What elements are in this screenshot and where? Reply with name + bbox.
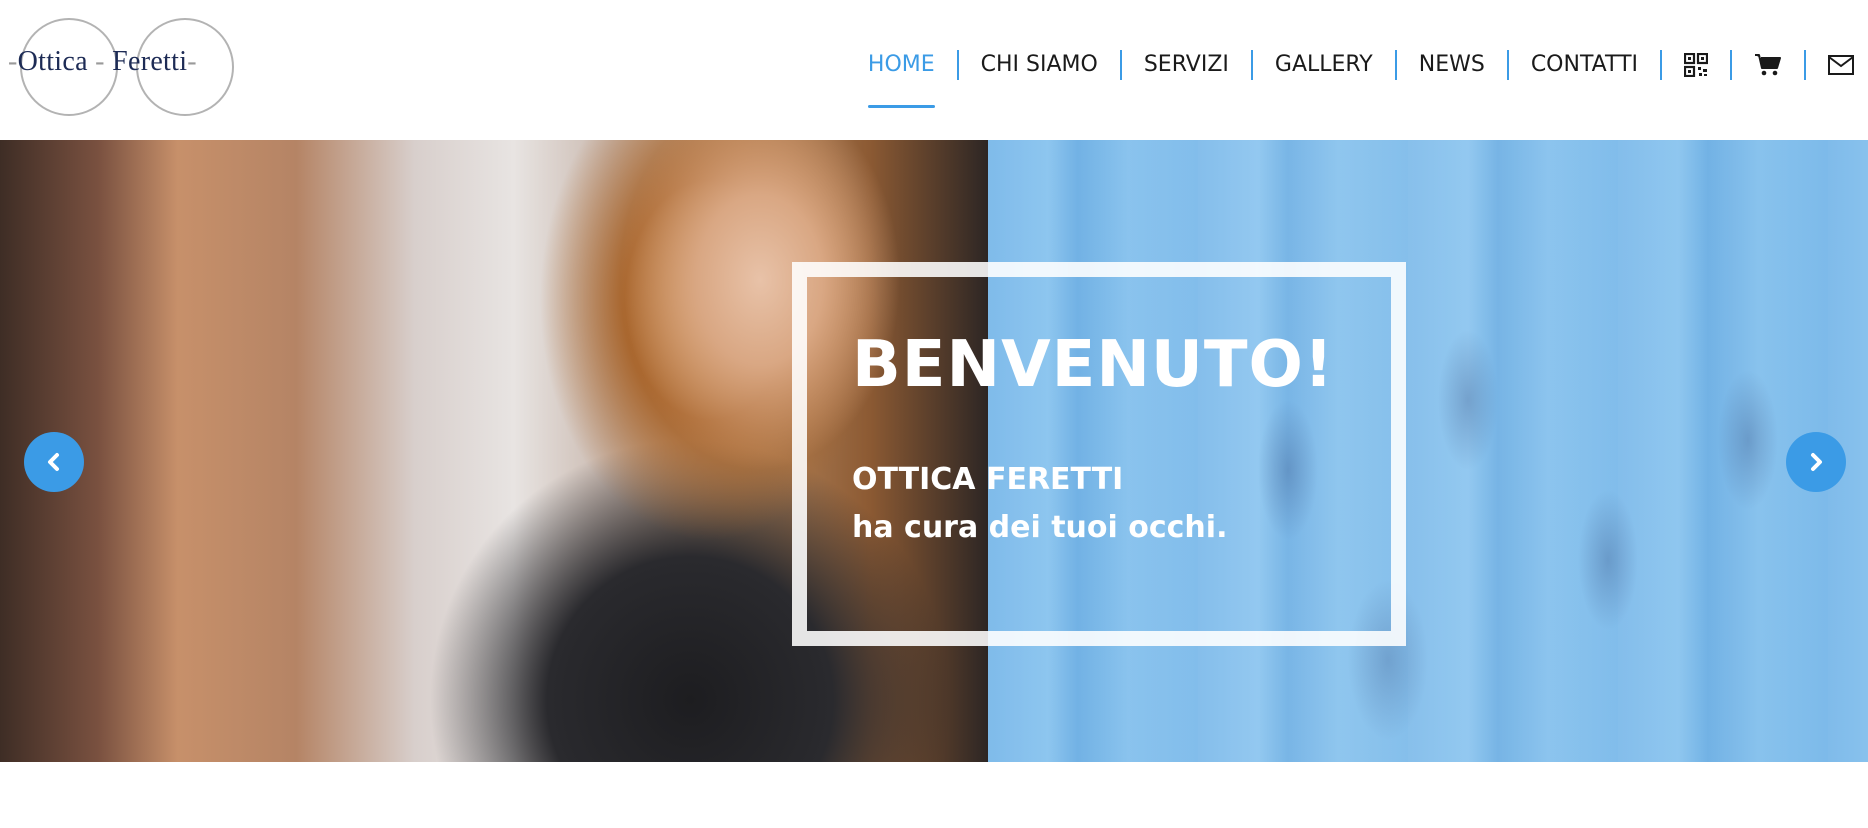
chevron-right-icon [1811, 453, 1822, 471]
nav-item-servizi[interactable]: SERVIZI [1122, 40, 1251, 90]
nav-item-chi-siamo[interactable]: CHI SIAMO [959, 40, 1120, 90]
hero-subtitle-line2: ha cura dei tuoi occhi. [852, 510, 1228, 545]
logo-word-feretti: Feretti [112, 46, 188, 77]
nav-item-home[interactable]: HOME [846, 40, 957, 108]
logo-word-ottica: Ottica [17, 46, 88, 77]
logo-text: -Ottica - Feretti- [8, 46, 197, 77]
slider-next-button[interactable] [1786, 432, 1846, 492]
hero-text-frame [792, 262, 1406, 646]
site-header: -Ottica - Feretti- HOME CHI SIAMO SERVIZ… [0, 0, 1868, 140]
nav-item-news[interactable]: NEWS [1397, 40, 1507, 90]
nav-item-gallery[interactable]: GALLERY [1253, 40, 1395, 90]
hero-subtitle-line1: OTTICA FERETTI [852, 462, 1124, 497]
slider-prev-button[interactable] [24, 432, 84, 492]
mail-icon[interactable] [1806, 40, 1854, 90]
nav-item-contatti[interactable]: CONTATTI [1509, 40, 1660, 90]
site-logo[interactable]: -Ottica - Feretti- [8, 18, 240, 116]
main-nav: HOME CHI SIAMO SERVIZI GALLERY NEWS CONT… [846, 40, 1854, 108]
chevron-left-icon [48, 453, 59, 471]
cart-icon[interactable] [1732, 40, 1804, 90]
qr-code-icon[interactable] [1662, 40, 1730, 90]
hero-title: BENVENUTO! [852, 328, 1335, 402]
hero-slider: BENVENUTO! OTTICA FERETTI ha cura dei tu… [0, 140, 1868, 762]
